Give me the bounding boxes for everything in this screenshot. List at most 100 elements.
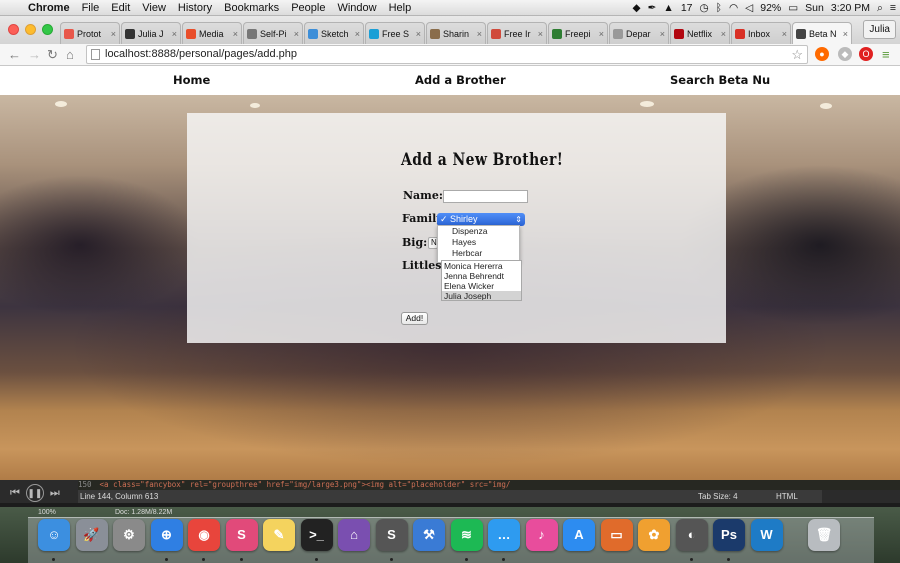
search-icon[interactable]: ⌕ [877, 2, 883, 15]
menu-window[interactable]: Window [331, 2, 382, 14]
add-button[interactable]: Add! [401, 312, 428, 325]
terminal-icon[interactable]: >_ [300, 519, 333, 551]
back-icon[interactable]: ← [8, 46, 21, 63]
close-window-icon[interactable] [8, 24, 19, 35]
littles-option[interactable]: Elena Wicker [442, 281, 521, 291]
browser-tab[interactable]: Self-Pi × [243, 22, 303, 44]
tab-close-icon[interactable]: × [355, 29, 360, 39]
trash-icon[interactable]: 🗑 [808, 519, 840, 551]
finder-icon[interactable]: ☺ [38, 519, 70, 551]
volume-icon[interactable]: ◁ [745, 2, 753, 14]
browser-tab[interactable]: Free Ir × [487, 22, 547, 44]
sublime-text-icon[interactable]: S [375, 519, 408, 551]
littles-multiselect[interactable]: Monica Hererra Jenna Behrendt Elena Wick… [441, 260, 522, 301]
tab-close-icon[interactable]: × [599, 29, 604, 39]
dropbox-icon[interactable]: ◆ [633, 2, 641, 14]
browser-tab[interactable]: Free S × [365, 22, 425, 44]
littles-option-selected[interactable]: Julia Joseph [442, 291, 521, 300]
pin-ext-icon[interactable]: ◆ [838, 47, 852, 61]
tab-close-icon[interactable]: × [660, 29, 665, 39]
spotify-icon[interactable]: ≋ [450, 519, 483, 551]
address-url[interactable]: localhost:8888/personal/pages/add.php [105, 48, 297, 60]
family-option-dispenza[interactable]: Dispenza [438, 226, 519, 237]
menu-app-name[interactable]: Chrome [22, 2, 76, 14]
system-preferences-icon[interactable]: ⚙ [113, 519, 145, 551]
stickies-icon[interactable]: ✎ [263, 519, 295, 551]
menu-edit[interactable]: Edit [105, 2, 136, 14]
bluetooth-icon[interactable]: ᛒ [716, 2, 722, 14]
itunes-icon[interactable]: ♪ [525, 519, 558, 551]
next-icon[interactable]: ⏭ [50, 487, 60, 499]
browser-tab[interactable]: Inbox × [731, 22, 791, 44]
menu-list-icon[interactable]: ≡ [890, 2, 896, 14]
browser-tab[interactable]: Sharin × [426, 22, 486, 44]
xcode-icon[interactable]: ⚒ [413, 519, 445, 551]
menu-view[interactable]: View [136, 2, 172, 14]
messages-icon[interactable]: … [488, 519, 520, 551]
tab-close-icon[interactable]: × [843, 29, 848, 39]
tab-close-icon[interactable]: × [172, 29, 177, 39]
photoshop-icon[interactable]: Ps [713, 519, 745, 551]
littles-option[interactable]: Jenna Behrendt [442, 271, 521, 281]
nav-home[interactable]: Home [173, 73, 210, 87]
tab-close-icon[interactable]: × [782, 29, 787, 39]
sketch-like-icon[interactable]: S [225, 519, 258, 551]
home-icon[interactable]: ⌂ [66, 46, 74, 63]
clock-icon[interactable]: ◷ [700, 2, 709, 14]
zoom-window-icon[interactable] [42, 24, 53, 35]
menu-people[interactable]: People [285, 2, 331, 14]
tab-close-icon[interactable]: × [111, 29, 116, 39]
pause-icon[interactable]: ❚❚ [25, 484, 44, 502]
forward-icon[interactable]: → [28, 46, 41, 63]
browser-tab[interactable]: Protot × [60, 22, 120, 44]
wordpress-like-icon[interactable]: W [750, 519, 783, 551]
pen-icon[interactable]: ✒ [648, 2, 657, 14]
safari-icon[interactable]: ⊕ [150, 519, 183, 551]
name-input[interactable] [443, 190, 528, 203]
browser-tab[interactable]: Beta N × [792, 22, 852, 44]
app-store-icon[interactable]: A [563, 519, 595, 551]
tab-close-icon[interactable]: × [477, 29, 482, 39]
browser-tab[interactable]: Media × [182, 22, 242, 44]
firefox-ext-icon[interactable]: ● [815, 47, 829, 61]
menu-bookmarks[interactable]: Bookmarks [218, 2, 285, 14]
nav-search[interactable]: Search Beta Nu [670, 73, 770, 87]
reload-icon[interactable]: ↻ [47, 46, 58, 63]
bookmark-star-icon[interactable]: ☆ [791, 46, 803, 63]
minimize-window-icon[interactable] [25, 24, 36, 35]
battery-icon[interactable]: ▭ [788, 2, 798, 14]
profile-button[interactable]: Julia [863, 20, 896, 39]
browser-tab[interactable]: Netflix × [670, 22, 730, 44]
opera-ext-icon[interactable]: O [859, 47, 873, 61]
menu-history[interactable]: History [172, 2, 218, 14]
previous-icon[interactable]: ⏮ [10, 487, 20, 499]
tab-size[interactable]: Tab Size: 4 [698, 490, 738, 503]
tab-close-icon[interactable]: × [294, 29, 299, 39]
browser-tab[interactable]: Sketch × [304, 22, 364, 44]
address-bar[interactable]: localhost:8888/personal/pages/add.php ☆ [86, 45, 808, 64]
browser-tab[interactable]: Julia J × [121, 22, 181, 44]
tab-close-icon[interactable]: × [416, 29, 421, 39]
github-icon[interactable]: ⌂ [338, 519, 370, 551]
menu-file[interactable]: File [76, 2, 106, 14]
littles-option[interactable]: Monica Hererra [442, 261, 521, 271]
photos-icon[interactable]: ✿ [638, 519, 670, 551]
tab-close-icon[interactable]: × [721, 29, 726, 39]
family-option-hayes[interactable]: Hayes [438, 237, 519, 248]
family-option-herbcar[interactable]: Herbcar [438, 248, 519, 259]
notification-icon[interactable]: ▲ [663, 2, 673, 14]
elephant-app-icon[interactable]: ◐ [675, 519, 708, 551]
wifi-icon[interactable]: ◠ [729, 2, 738, 14]
chrome-menu-icon[interactable]: ≡ [882, 46, 890, 63]
menu-help[interactable]: Help [383, 2, 418, 14]
chrome-icon[interactable]: ◉ [188, 519, 220, 551]
nav-add-brother[interactable]: Add a Brother [415, 73, 506, 87]
presentation-icon[interactable]: ▭ [600, 519, 633, 551]
syntax-mode[interactable]: HTML [776, 490, 798, 503]
launchpad-icon[interactable]: 🚀 [75, 519, 108, 551]
tab-close-icon[interactable]: × [538, 29, 543, 39]
tab-close-icon[interactable]: × [233, 29, 238, 39]
clock-time[interactable]: 3:20 PM [831, 2, 870, 14]
browser-tab[interactable]: Depar × [609, 22, 669, 44]
browser-tab[interactable]: Freepi × [548, 22, 608, 44]
